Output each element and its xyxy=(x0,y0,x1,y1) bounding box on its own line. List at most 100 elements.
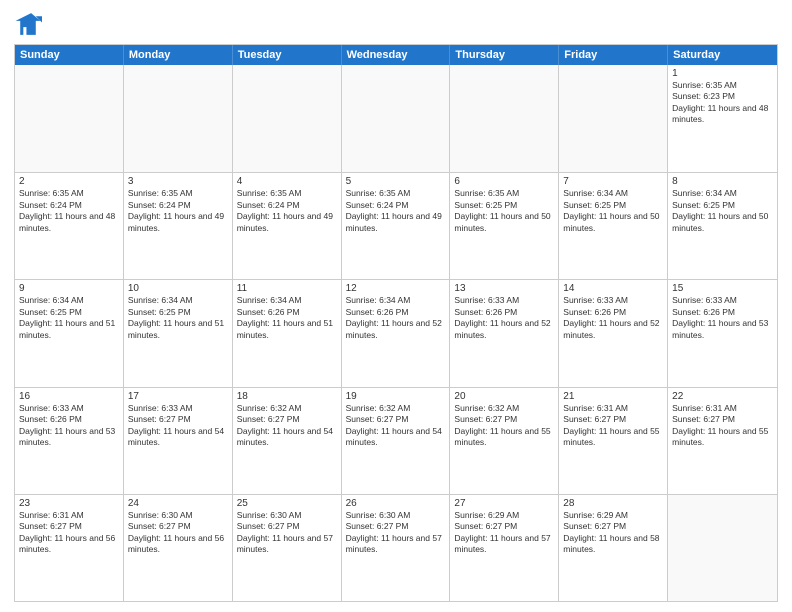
calendar-cell: 15Sunrise: 6:33 AM Sunset: 6:26 PM Dayli… xyxy=(668,280,777,386)
day-number: 6 xyxy=(454,176,554,187)
day-number: 15 xyxy=(672,283,773,294)
calendar-cell: 2Sunrise: 6:35 AM Sunset: 6:24 PM Daylig… xyxy=(15,173,124,279)
day-number: 19 xyxy=(346,391,446,402)
calendar-cell: 14Sunrise: 6:33 AM Sunset: 6:26 PM Dayli… xyxy=(559,280,668,386)
day-info: Sunrise: 6:30 AM Sunset: 6:27 PM Dayligh… xyxy=(346,510,446,556)
calendar-row-2: 2Sunrise: 6:35 AM Sunset: 6:24 PM Daylig… xyxy=(15,172,777,279)
day-number: 3 xyxy=(128,176,228,187)
day-info: Sunrise: 6:34 AM Sunset: 6:26 PM Dayligh… xyxy=(237,295,337,341)
day-number: 5 xyxy=(346,176,446,187)
calendar-header: SundayMondayTuesdayWednesdayThursdayFrid… xyxy=(15,45,777,65)
calendar-row-4: 16Sunrise: 6:33 AM Sunset: 6:26 PM Dayli… xyxy=(15,387,777,494)
day-info: Sunrise: 6:34 AM Sunset: 6:25 PM Dayligh… xyxy=(563,188,663,234)
day-info: Sunrise: 6:35 AM Sunset: 6:23 PM Dayligh… xyxy=(672,80,773,126)
calendar: SundayMondayTuesdayWednesdayThursdayFrid… xyxy=(14,44,778,602)
day-info: Sunrise: 6:32 AM Sunset: 6:27 PM Dayligh… xyxy=(237,403,337,449)
calendar-cell: 11Sunrise: 6:34 AM Sunset: 6:26 PM Dayli… xyxy=(233,280,342,386)
day-number: 9 xyxy=(19,283,119,294)
day-info: Sunrise: 6:34 AM Sunset: 6:25 PM Dayligh… xyxy=(19,295,119,341)
weekday-header-sunday: Sunday xyxy=(15,45,124,65)
day-info: Sunrise: 6:35 AM Sunset: 6:24 PM Dayligh… xyxy=(128,188,228,234)
calendar-cell xyxy=(668,495,777,601)
calendar-cell xyxy=(233,65,342,172)
calendar-body: 1Sunrise: 6:35 AM Sunset: 6:23 PM Daylig… xyxy=(15,65,777,601)
day-number: 20 xyxy=(454,391,554,402)
day-number: 21 xyxy=(563,391,663,402)
day-number: 13 xyxy=(454,283,554,294)
calendar-cell: 20Sunrise: 6:32 AM Sunset: 6:27 PM Dayli… xyxy=(450,388,559,494)
calendar-cell: 12Sunrise: 6:34 AM Sunset: 6:26 PM Dayli… xyxy=(342,280,451,386)
day-number: 8 xyxy=(672,176,773,187)
day-info: Sunrise: 6:29 AM Sunset: 6:27 PM Dayligh… xyxy=(563,510,663,556)
calendar-cell: 26Sunrise: 6:30 AM Sunset: 6:27 PM Dayli… xyxy=(342,495,451,601)
day-number: 1 xyxy=(672,68,773,79)
calendar-row-3: 9Sunrise: 6:34 AM Sunset: 6:25 PM Daylig… xyxy=(15,279,777,386)
day-number: 25 xyxy=(237,498,337,509)
calendar-cell xyxy=(124,65,233,172)
day-info: Sunrise: 6:32 AM Sunset: 6:27 PM Dayligh… xyxy=(454,403,554,449)
calendar-cell: 5Sunrise: 6:35 AM Sunset: 6:24 PM Daylig… xyxy=(342,173,451,279)
day-number: 7 xyxy=(563,176,663,187)
day-number: 24 xyxy=(128,498,228,509)
day-info: Sunrise: 6:30 AM Sunset: 6:27 PM Dayligh… xyxy=(128,510,228,556)
day-number: 26 xyxy=(346,498,446,509)
calendar-row-5: 23Sunrise: 6:31 AM Sunset: 6:27 PM Dayli… xyxy=(15,494,777,601)
calendar-cell: 28Sunrise: 6:29 AM Sunset: 6:27 PM Dayli… xyxy=(559,495,668,601)
day-number: 2 xyxy=(19,176,119,187)
day-number: 14 xyxy=(563,283,663,294)
weekday-header-thursday: Thursday xyxy=(450,45,559,65)
calendar-cell: 4Sunrise: 6:35 AM Sunset: 6:24 PM Daylig… xyxy=(233,173,342,279)
weekday-header-saturday: Saturday xyxy=(668,45,777,65)
day-number: 11 xyxy=(237,283,337,294)
day-number: 16 xyxy=(19,391,119,402)
weekday-header-wednesday: Wednesday xyxy=(342,45,451,65)
day-info: Sunrise: 6:31 AM Sunset: 6:27 PM Dayligh… xyxy=(563,403,663,449)
logo xyxy=(14,10,46,38)
day-info: Sunrise: 6:30 AM Sunset: 6:27 PM Dayligh… xyxy=(237,510,337,556)
calendar-cell: 22Sunrise: 6:31 AM Sunset: 6:27 PM Dayli… xyxy=(668,388,777,494)
day-number: 22 xyxy=(672,391,773,402)
day-info: Sunrise: 6:29 AM Sunset: 6:27 PM Dayligh… xyxy=(454,510,554,556)
calendar-cell xyxy=(450,65,559,172)
day-info: Sunrise: 6:35 AM Sunset: 6:24 PM Dayligh… xyxy=(237,188,337,234)
day-info: Sunrise: 6:31 AM Sunset: 6:27 PM Dayligh… xyxy=(19,510,119,556)
day-info: Sunrise: 6:35 AM Sunset: 6:25 PM Dayligh… xyxy=(454,188,554,234)
day-number: 27 xyxy=(454,498,554,509)
calendar-cell: 9Sunrise: 6:34 AM Sunset: 6:25 PM Daylig… xyxy=(15,280,124,386)
day-info: Sunrise: 6:31 AM Sunset: 6:27 PM Dayligh… xyxy=(672,403,773,449)
calendar-cell: 3Sunrise: 6:35 AM Sunset: 6:24 PM Daylig… xyxy=(124,173,233,279)
day-info: Sunrise: 6:32 AM Sunset: 6:27 PM Dayligh… xyxy=(346,403,446,449)
day-number: 23 xyxy=(19,498,119,509)
calendar-cell: 16Sunrise: 6:33 AM Sunset: 6:26 PM Dayli… xyxy=(15,388,124,494)
day-info: Sunrise: 6:33 AM Sunset: 6:26 PM Dayligh… xyxy=(454,295,554,341)
weekday-header-tuesday: Tuesday xyxy=(233,45,342,65)
day-info: Sunrise: 6:33 AM Sunset: 6:26 PM Dayligh… xyxy=(563,295,663,341)
day-number: 28 xyxy=(563,498,663,509)
day-info: Sunrise: 6:33 AM Sunset: 6:26 PM Dayligh… xyxy=(19,403,119,449)
calendar-cell: 1Sunrise: 6:35 AM Sunset: 6:23 PM Daylig… xyxy=(668,65,777,172)
day-info: Sunrise: 6:34 AM Sunset: 6:25 PM Dayligh… xyxy=(128,295,228,341)
calendar-cell: 6Sunrise: 6:35 AM Sunset: 6:25 PM Daylig… xyxy=(450,173,559,279)
calendar-cell: 18Sunrise: 6:32 AM Sunset: 6:27 PM Dayli… xyxy=(233,388,342,494)
calendar-row-1: 1Sunrise: 6:35 AM Sunset: 6:23 PM Daylig… xyxy=(15,65,777,172)
page: SundayMondayTuesdayWednesdayThursdayFrid… xyxy=(0,0,792,612)
calendar-cell: 17Sunrise: 6:33 AM Sunset: 6:27 PM Dayli… xyxy=(124,388,233,494)
calendar-cell: 25Sunrise: 6:30 AM Sunset: 6:27 PM Dayli… xyxy=(233,495,342,601)
weekday-header-monday: Monday xyxy=(124,45,233,65)
calendar-cell: 8Sunrise: 6:34 AM Sunset: 6:25 PM Daylig… xyxy=(668,173,777,279)
day-info: Sunrise: 6:34 AM Sunset: 6:26 PM Dayligh… xyxy=(346,295,446,341)
calendar-cell: 19Sunrise: 6:32 AM Sunset: 6:27 PM Dayli… xyxy=(342,388,451,494)
calendar-cell: 10Sunrise: 6:34 AM Sunset: 6:25 PM Dayli… xyxy=(124,280,233,386)
day-info: Sunrise: 6:35 AM Sunset: 6:24 PM Dayligh… xyxy=(19,188,119,234)
calendar-cell: 7Sunrise: 6:34 AM Sunset: 6:25 PM Daylig… xyxy=(559,173,668,279)
day-info: Sunrise: 6:33 AM Sunset: 6:27 PM Dayligh… xyxy=(128,403,228,449)
calendar-cell: 24Sunrise: 6:30 AM Sunset: 6:27 PM Dayli… xyxy=(124,495,233,601)
calendar-cell xyxy=(15,65,124,172)
calendar-cell xyxy=(559,65,668,172)
calendar-cell: 27Sunrise: 6:29 AM Sunset: 6:27 PM Dayli… xyxy=(450,495,559,601)
day-info: Sunrise: 6:33 AM Sunset: 6:26 PM Dayligh… xyxy=(672,295,773,341)
day-number: 18 xyxy=(237,391,337,402)
calendar-cell: 23Sunrise: 6:31 AM Sunset: 6:27 PM Dayli… xyxy=(15,495,124,601)
calendar-cell: 21Sunrise: 6:31 AM Sunset: 6:27 PM Dayli… xyxy=(559,388,668,494)
logo-icon xyxy=(14,10,42,38)
